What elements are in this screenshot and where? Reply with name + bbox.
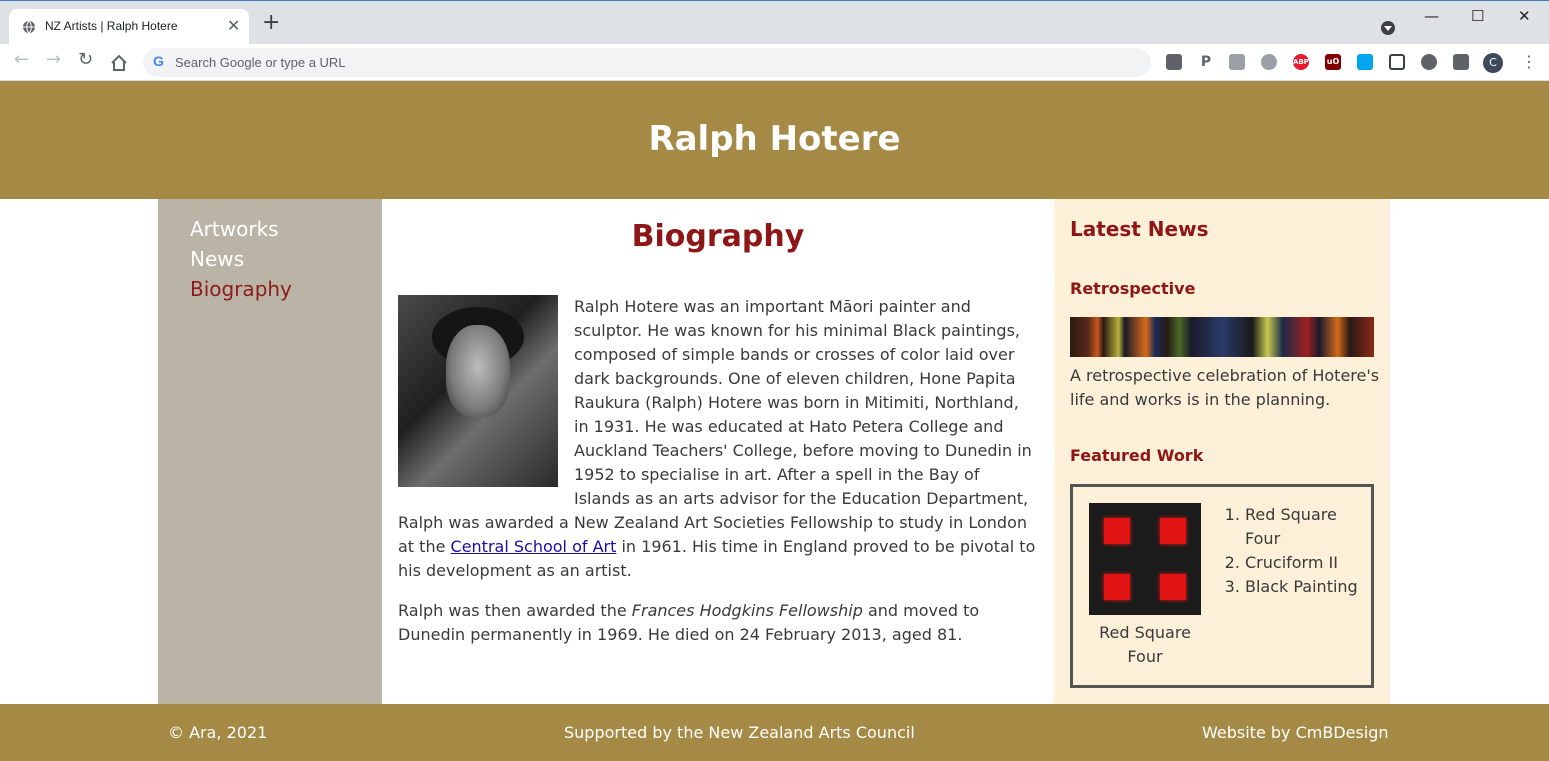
windows-extension-icon[interactable] [1357,54,1373,70]
sidebar-nav: Artworks News Biography [158,199,382,704]
tab-search-icon[interactable] [1381,21,1395,35]
forward-icon[interactable]: → [46,51,61,69]
ublock-origin-icon[interactable]: uO [1325,54,1341,70]
google-icon: G [153,53,164,69]
pen-extension-icon[interactable] [1166,54,1182,70]
retrospective-title: Retrospective [1070,279,1196,298]
featured-caption: Red Square Four [1099,623,1191,666]
featured-work-title: Featured Work [1070,446,1204,465]
list-item: Cruciform II [1245,551,1375,575]
retrospective-text: A retrospective celebration of Hotere's … [1070,366,1380,409]
tab-bar: NZ Artists | Ralph Hotere ✕ + — ☐ ✕ [0,0,1549,45]
credit-text: Website by CmBDesign [1202,723,1389,742]
reload-icon[interactable]: ↻ [78,51,93,69]
copyright-text: © Ara, 2021 [168,723,268,742]
nav-link-biography[interactable]: Biography [190,277,292,301]
news-heading: Latest News [1070,217,1209,241]
gear-extension-icon[interactable] [1421,54,1437,70]
retrospective-image [1070,317,1374,357]
fellowship-name: Frances Hodgkins Fellowship [631,601,863,620]
main-content: Biography Ralph Hotere was an important … [382,199,1054,704]
site-header: Ralph Hotere [0,81,1549,199]
address-placeholder: Search Google or type a URL [175,55,346,70]
profile-avatar[interactable]: C [1483,53,1503,73]
nav-link-artworks[interactable]: Artworks [190,217,279,241]
bio-paragraph-2: Ralph was then awarded the Frances Hodgk… [398,599,1038,647]
puzzle-extensions-icon[interactable] [1453,54,1469,70]
paypal-extension-icon[interactable]: P [1198,54,1214,70]
site-title: Ralph Hotere [648,119,901,159]
screen-capture-icon[interactable] [1389,54,1405,70]
browser-menu-icon[interactable]: ⋮ [1521,52,1537,71]
globe-icon [23,20,35,34]
minimize-icon[interactable]: — [1424,7,1439,25]
browser-tab[interactable]: NZ Artists | Ralph Hotere ✕ [9,9,249,45]
window-close-icon[interactable]: ✕ [1518,7,1531,25]
back-icon[interactable]: ← [14,51,29,69]
address-bar[interactable]: G Search Google or type a URL [143,48,1151,77]
news-sidebar: Latest News Retrospective A retrospectiv… [1054,199,1390,704]
tab-title: NZ Artists | Ralph Hotere [45,19,178,33]
bio2-text-1: Ralph was then awarded the [398,601,632,620]
page-heading: Biography [631,219,805,254]
close-tab-icon[interactable]: ✕ [227,16,240,35]
maximize-icon[interactable]: ☐ [1471,7,1484,25]
red-square-four-image [1089,503,1201,615]
list-item: Black Painting [1245,575,1375,599]
nav-link-news[interactable]: News [190,247,244,271]
settings-extension-icon[interactable] [1261,54,1277,70]
list-item: Red Square Four [1245,503,1375,551]
new-tab-button[interactable]: + [262,12,280,34]
featured-list: Red Square Four Cruciform II Black Paint… [1223,503,1375,599]
home-icon[interactable] [110,54,128,72]
adblock-plus-icon[interactable]: ABP [1293,54,1309,70]
browser-toolbar: ← → ↻ G Search Google or type a URL P AB… [0,44,1549,81]
site-footer: © Ara, 2021 Supported by the New Zealand… [0,704,1549,761]
camera-extension-icon[interactable] [1229,54,1245,70]
featured-work-box: Red Square Four Red Square Four Crucifor… [1070,484,1374,688]
bio-paragraph-1: Ralph Hotere was an important Māori pain… [398,295,1038,583]
central-school-link[interactable]: Central School of Art [451,537,617,556]
supported-text: Supported by the New Zealand Arts Counci… [564,723,915,742]
